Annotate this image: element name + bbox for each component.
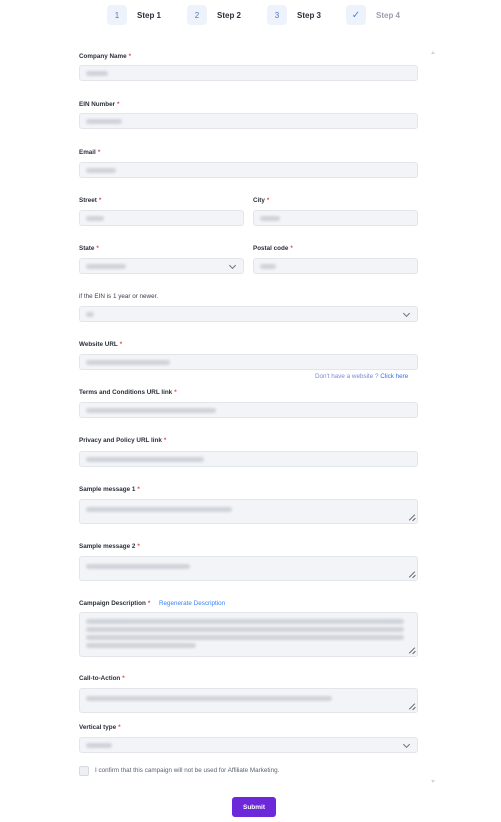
step-2-label: Step 2 xyxy=(217,10,242,20)
resize-handle-icon[interactable] xyxy=(409,572,415,578)
affiliate-confirm-checkbox[interactable] xyxy=(79,766,89,776)
city-label: City * xyxy=(253,197,270,204)
postal-code-label: Postal code * xyxy=(253,245,293,252)
submit-button[interactable]: Submit xyxy=(232,797,276,817)
privacy-url-input[interactable] xyxy=(79,451,418,467)
scroll-down-arrow-icon[interactable] xyxy=(431,780,435,783)
call-to-action-textarea[interactable] xyxy=(79,688,418,713)
step-3-label: Step 3 xyxy=(297,10,322,20)
vertical-type-select[interactable] xyxy=(79,737,418,753)
email-label: Email * xyxy=(79,149,101,156)
affiliate-confirm-label: I confirm that this campaign will not be… xyxy=(95,767,280,774)
website-url-input[interactable] xyxy=(79,354,418,370)
step-1-number: 1 xyxy=(107,5,127,25)
terms-url-input[interactable] xyxy=(79,402,418,418)
step-4-label: Step 4 xyxy=(376,10,401,20)
regenerate-description-link[interactable]: Regenerate Description xyxy=(159,600,225,607)
ein-number-label: EIN Number * xyxy=(79,101,120,108)
street-input[interactable] xyxy=(79,210,244,226)
stepper: 1 Step 1 2 Step 2 3 Step 3 ✓ Step 4 xyxy=(0,4,501,26)
step-3[interactable]: 3 Step 3 xyxy=(267,4,321,26)
step-3-number: 3 xyxy=(267,5,287,25)
ein-number-input[interactable] xyxy=(79,113,418,129)
check-icon: ✓ xyxy=(346,5,366,25)
chevron-down-icon xyxy=(402,740,411,749)
state-label: State * xyxy=(79,245,99,252)
sample-message-2-label: Sample message 2 * xyxy=(79,543,140,550)
state-select[interactable] xyxy=(79,258,244,274)
step-1-label: Step 1 xyxy=(137,10,162,20)
city-input[interactable] xyxy=(253,210,418,226)
step-2[interactable]: 2 Step 2 xyxy=(187,4,241,26)
ein-age-select[interactable] xyxy=(79,306,418,322)
terms-url-label: Terms and Conditions URL link * xyxy=(79,389,177,396)
resize-handle-icon[interactable] xyxy=(409,515,415,521)
step-2-number: 2 xyxy=(187,5,207,25)
email-input[interactable] xyxy=(79,162,418,178)
step-1[interactable]: 1 Step 1 xyxy=(107,4,161,26)
sample-message-1-textarea[interactable] xyxy=(79,499,418,524)
step-4[interactable]: ✓ Step 4 xyxy=(346,4,400,26)
chevron-down-icon xyxy=(402,309,411,318)
postal-code-input[interactable] xyxy=(253,258,418,274)
vertical-type-label: Vertical type * xyxy=(79,724,121,731)
campaign-description-label: Campaign Description * xyxy=(79,600,151,607)
resize-handle-icon[interactable] xyxy=(409,648,415,654)
call-to-action-label: Call-to-Action * xyxy=(79,675,125,682)
website-help-note: Don't have a website ? Click here xyxy=(315,373,409,380)
privacy-url-label: Privacy and Policy URL link * xyxy=(79,437,167,444)
scroll-up-arrow-icon[interactable] xyxy=(431,51,435,54)
campaign-description-textarea[interactable] xyxy=(79,612,418,657)
company-name-label: Company Name * xyxy=(79,53,132,60)
company-name-input[interactable] xyxy=(79,65,418,81)
click-here-link[interactable]: Click here xyxy=(380,373,408,380)
sample-message-1-label: Sample message 1 * xyxy=(79,486,140,493)
street-label: Street * xyxy=(79,197,102,204)
ein-age-label: if the EIN is 1 year or newer. xyxy=(79,293,159,300)
sample-message-2-textarea[interactable] xyxy=(79,556,418,581)
chevron-down-icon xyxy=(228,261,237,270)
resize-handle-icon[interactable] xyxy=(409,704,415,710)
website-url-label: Website URL * xyxy=(79,341,123,348)
